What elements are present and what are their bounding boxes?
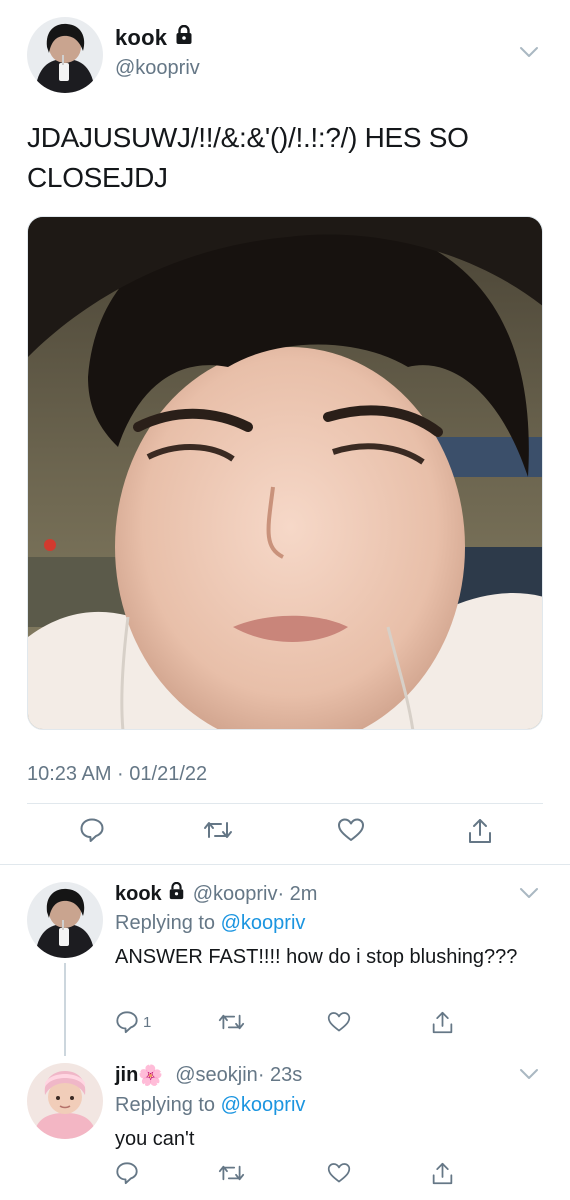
author-block: kook @koopriv (115, 24, 200, 80)
share-icon[interactable] (431, 1161, 454, 1186)
avatar[interactable] (27, 17, 103, 93)
like-icon[interactable] (327, 1010, 351, 1034)
chevron-down-icon[interactable] (519, 886, 539, 904)
tweet-actions (27, 817, 547, 851)
tweet-media-photo[interactable] (27, 216, 543, 730)
replying-to-handle[interactable]: @koopriv (221, 1094, 306, 1116)
reply-age: · 23s (257, 1064, 303, 1086)
display-name-text: kook (115, 25, 168, 50)
reply-text: ANSWER FAST!!!! how do i stop blushing??… (115, 946, 518, 968)
avatar-photo (27, 1063, 103, 1139)
reply-tweet[interactable]: jin 🌸 @seokjin · 23s Replying to @koopri… (27, 1063, 547, 1193)
share-icon[interactable] (431, 1010, 454, 1035)
author-handle[interactable]: @koopriv (193, 883, 278, 906)
replying-to-label: Replying to (115, 912, 216, 934)
display-name[interactable]: kook (115, 24, 193, 51)
lock-icon (168, 881, 185, 906)
chevron-down-icon[interactable] (519, 1067, 539, 1085)
avatar-photo (27, 882, 103, 958)
lock-icon (175, 24, 193, 51)
share-icon[interactable] (467, 817, 493, 845)
thread-line (64, 963, 66, 1056)
replying-to: Replying to @koopriv (115, 912, 535, 935)
avatar[interactable] (27, 882, 103, 958)
reply-body: jin 🌸 @seokjin · 23s Replying to @koopri… (115, 1063, 535, 1154)
display-name[interactable]: kook (115, 883, 162, 906)
retweet-icon[interactable] (218, 1161, 245, 1185)
replying-to: Replying to @koopriv (115, 1094, 535, 1117)
section-divider (0, 864, 570, 865)
avatar-photo (27, 17, 103, 93)
tweet-timestamp: 10:23 AM · 01/21/22 (27, 763, 208, 785)
tweet-text: JDAJUSUWJ/!!/&:&'()/!.!:?/) HES SO CLOSE… (27, 122, 469, 193)
replying-to-handle[interactable]: @koopriv (221, 912, 306, 934)
reply-actions (115, 1161, 475, 1187)
retweet-icon[interactable] (218, 1010, 245, 1034)
like-icon[interactable] (327, 1161, 351, 1185)
author-handle[interactable]: @seokjin (175, 1064, 258, 1087)
flower-emoji: 🌸 (138, 1065, 164, 1087)
reply-icon[interactable]: 1 (115, 1010, 151, 1034)
reply-text: you can't (115, 1128, 195, 1150)
replying-to-label: Replying to (115, 1094, 216, 1116)
reply-meta: kook @koopriv · 2m (115, 881, 535, 906)
reply-body: kook @koopriv · 2m Replying to @koopriv … (115, 881, 535, 972)
reply-tweet[interactable]: kook @koopriv · 2m Replying to @koopriv … (27, 881, 547, 1042)
like-icon[interactable] (337, 817, 365, 843)
reply-icon[interactable] (115, 1161, 139, 1185)
avatar[interactable] (27, 1063, 103, 1139)
chevron-down-icon[interactable] (519, 45, 539, 63)
divider (27, 803, 543, 804)
reply-icon[interactable] (79, 817, 105, 843)
reply-meta: jin 🌸 @seokjin · 23s (115, 1063, 535, 1088)
author-handle[interactable]: @koopriv (115, 57, 200, 80)
display-name[interactable]: jin (115, 1064, 138, 1087)
main-tweet-header: kook @koopriv (27, 17, 547, 95)
reply-age: · 2m (277, 882, 318, 905)
reply-count: 1 (143, 1013, 152, 1031)
photo-image (28, 217, 542, 729)
retweet-icon[interactable] (203, 817, 233, 843)
reply-actions: 1 (115, 1010, 475, 1036)
